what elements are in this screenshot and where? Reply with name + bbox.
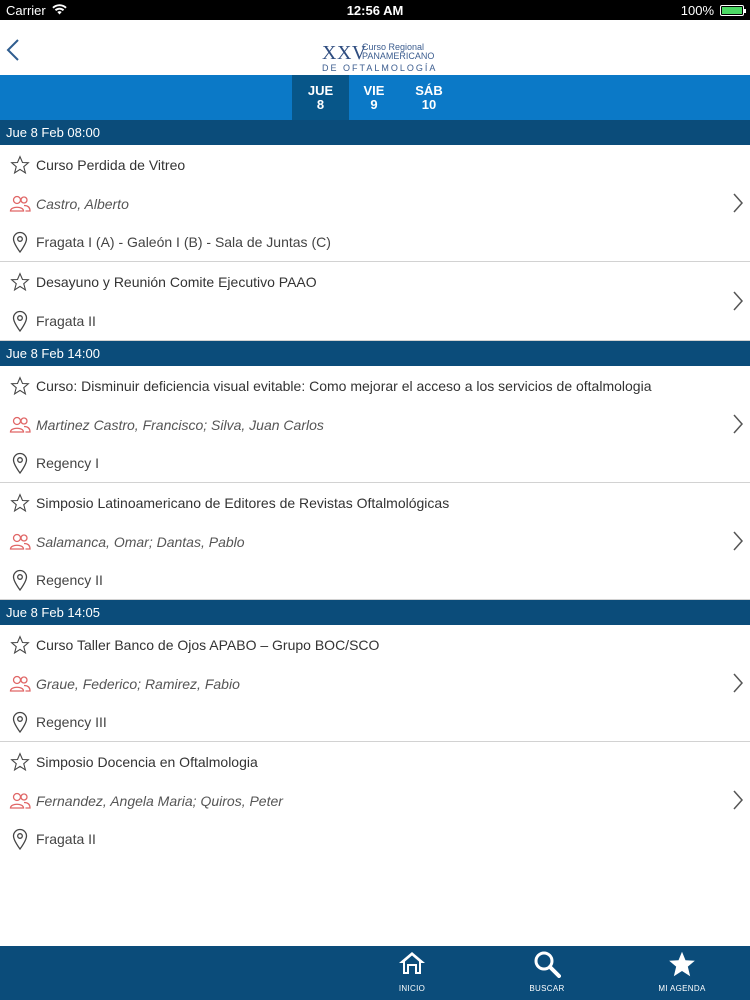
event-room: Fragata II — [36, 831, 96, 847]
event-item[interactable]: Simposio Docencia en Oftalmologia Fernan… — [0, 742, 750, 858]
event-item[interactable]: Curso: Disminuir deficiencia visual evit… — [0, 366, 750, 483]
logo-roman: XXV — [322, 42, 367, 64]
battery-icon — [720, 4, 746, 16]
people-icon — [9, 193, 31, 215]
event-room: Fragata I (A) - Galeón I (B) - Sala de J… — [36, 234, 331, 250]
event-title: Curso Perdida de Vitreo — [36, 157, 186, 173]
location-pin-icon — [9, 569, 31, 591]
tab-date: 9 — [370, 96, 378, 112]
nav-inicio[interactable]: INICIO — [372, 946, 452, 1000]
event-speakers: Salamanca, Omar; Dantas, Pablo — [36, 534, 245, 550]
event-item[interactable]: Curso Perdida de Vitreo Castro, Alberto … — [0, 145, 750, 262]
status-time: 12:56 AM — [346, 2, 404, 18]
chevron-right-icon — [733, 531, 744, 551]
star-filled-icon — [669, 951, 695, 977]
location-pin-icon — [9, 711, 31, 733]
people-icon — [9, 673, 31, 695]
event-room: Regency III — [36, 714, 107, 730]
section-header: Jue 8 Feb 14:05 — [0, 600, 750, 625]
location-pin-icon — [9, 231, 31, 253]
people-icon — [9, 531, 31, 553]
day-tabs: JUE 8 VIE 9 SÁB 10 — [0, 75, 750, 120]
event-item[interactable]: Simposio Latinoamericano de Editores de … — [0, 483, 750, 600]
event-title: Curso: Disminuir deficiencia visual evit… — [36, 378, 652, 394]
logo-line2: PANAMERICANO — [362, 51, 435, 61]
nav-agenda[interactable]: MI AGENDA — [642, 946, 722, 1000]
tab-day: JUE — [307, 82, 334, 98]
carrier-label: Carrier — [6, 2, 46, 18]
event-title: Curso Taller Banco de Ojos APABO – Grupo… — [36, 637, 380, 653]
event-room: Regency II — [36, 572, 103, 588]
chevron-right-icon — [733, 193, 744, 213]
wifi-icon — [52, 3, 67, 18]
bottom-nav: INICIO BUSCAR MI AGENDA — [0, 946, 750, 1000]
tab-day: SÁB — [415, 82, 443, 98]
tab-date: 8 — [316, 96, 325, 112]
app-header: XXV Curso Regional PANAMERICANO DE OFTAL… — [0, 20, 750, 75]
star-outline-icon[interactable] — [9, 751, 31, 773]
tab-sab[interactable]: SÁB 10 — [399, 75, 459, 120]
location-pin-icon — [9, 452, 31, 474]
location-pin-icon — [9, 310, 31, 332]
event-room: Fragata II — [36, 313, 96, 329]
nav-label: BUSCAR — [529, 984, 565, 993]
nav-label: MI AGENDA — [658, 984, 706, 993]
chevron-right-icon — [733, 790, 744, 810]
event-speakers: Fernandez, Angela Maria; Quiros, Peter — [36, 793, 283, 809]
nav-label: INICIO — [398, 984, 426, 993]
event-title: Simposio Docencia en Oftalmologia — [36, 754, 258, 770]
chevron-right-icon — [733, 291, 744, 311]
status-bar: Carrier 12:56 AM 100% — [0, 0, 750, 20]
back-chevron-icon — [6, 39, 19, 61]
star-outline-icon[interactable] — [9, 154, 31, 176]
star-outline-icon[interactable] — [9, 492, 31, 514]
logo-line3: DE OFTALMOLOGÍA — [322, 63, 438, 73]
home-icon — [399, 952, 425, 974]
chevron-right-icon — [733, 673, 744, 693]
tab-day: VIE — [363, 82, 385, 98]
event-item[interactable]: Desayuno y Reunión Comite Ejecutivo PAAO… — [0, 262, 750, 341]
event-title: Simposio Latinoamericano de Editores de … — [36, 495, 450, 511]
tab-vie[interactable]: VIE 9 — [349, 75, 399, 120]
event-room: Regency I — [36, 455, 100, 471]
logo: XXV Curso Regional PANAMERICANO DE OFTAL… — [322, 40, 442, 74]
section-header: Jue 8 Feb 08:00 — [0, 120, 750, 145]
nav-buscar[interactable]: BUSCAR — [507, 946, 587, 1000]
section-header: Jue 8 Feb 14:00 — [0, 341, 750, 366]
star-outline-icon[interactable] — [9, 375, 31, 397]
schedule-list: Jue 8 Feb 08:00 Curso Perdida de Vitreo … — [0, 120, 750, 858]
chevron-right-icon — [733, 414, 744, 434]
tab-jue[interactable]: JUE 8 — [292, 75, 349, 120]
battery-percent: 100% — [680, 2, 714, 18]
event-title: Desayuno y Reunión Comite Ejecutivo PAAO — [36, 274, 317, 290]
event-speakers: Castro, Alberto — [36, 196, 129, 212]
people-icon — [9, 414, 31, 436]
location-pin-icon — [9, 828, 31, 850]
event-item[interactable]: Curso Taller Banco de Ojos APABO – Grupo… — [0, 625, 750, 742]
people-icon — [9, 790, 31, 812]
star-outline-icon[interactable] — [9, 271, 31, 293]
star-outline-icon[interactable] — [9, 634, 31, 656]
back-button[interactable] — [6, 38, 26, 66]
event-speakers: Graue, Federico; Ramirez, Fabio — [36, 676, 240, 692]
search-icon — [534, 951, 561, 978]
tab-date: 10 — [421, 96, 437, 112]
event-speakers: Martinez Castro, Francisco; Silva, Juan … — [36, 417, 324, 433]
